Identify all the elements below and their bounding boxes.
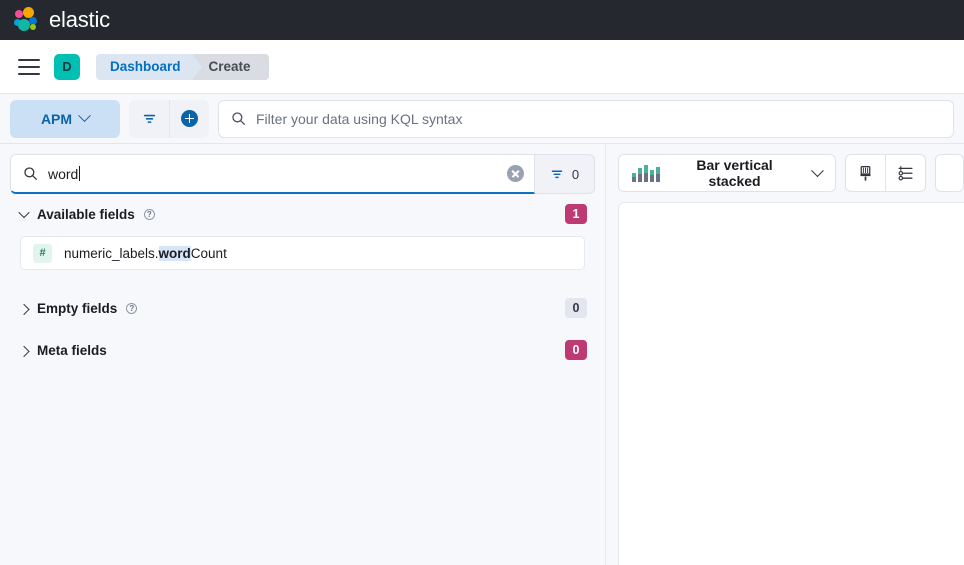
more-options-button[interactable] bbox=[935, 154, 964, 192]
breadcrumb-create-label: Create bbox=[209, 59, 251, 74]
section-available-fields-label: Available fields bbox=[37, 207, 135, 222]
number-field-icon: # bbox=[33, 244, 52, 263]
field-search-input[interactable]: word bbox=[10, 154, 535, 194]
visualization-panel: Bar vertical stacked bbox=[606, 144, 964, 565]
field-search-value-wrap: word bbox=[48, 166, 497, 182]
chevron-right-icon bbox=[18, 304, 29, 315]
clear-search-button[interactable] bbox=[507, 165, 524, 182]
breadcrumb: Dashboard Create bbox=[96, 54, 269, 80]
breadcrumb-item-dashboard[interactable]: Dashboard bbox=[96, 54, 193, 80]
field-name-prefix: numeric_labels. bbox=[64, 246, 159, 261]
filter-options-button[interactable] bbox=[129, 100, 169, 138]
field-item-wordcount[interactable]: # numeric_labels.wordCount bbox=[20, 236, 585, 270]
chart-settings-button[interactable] bbox=[885, 155, 924, 191]
field-type-filter-button[interactable]: 0 bbox=[535, 154, 595, 194]
breadcrumb-item-create[interactable]: Create bbox=[193, 54, 269, 80]
breadcrumb-bar: D Dashboard Create bbox=[0, 40, 964, 94]
chart-settings-icon bbox=[897, 165, 914, 182]
section-meta-fields[interactable]: Meta fields 0 bbox=[0, 330, 605, 370]
section-meta-fields-badge: 0 bbox=[565, 340, 587, 360]
field-filter-count: 0 bbox=[572, 167, 579, 182]
filter-icon bbox=[142, 111, 157, 126]
space-avatar[interactable]: D bbox=[54, 54, 80, 80]
section-empty-fields-label: Empty fields bbox=[37, 301, 117, 316]
kql-search-input[interactable]: Filter your data using KQL syntax bbox=[218, 100, 954, 138]
section-empty-fields-badge: 0 bbox=[565, 298, 587, 318]
field-item-label: numeric_labels.wordCount bbox=[64, 246, 227, 261]
chevron-down-icon bbox=[78, 109, 91, 122]
datasource-selector-button[interactable]: APM bbox=[10, 100, 120, 138]
style-options-button[interactable] bbox=[846, 155, 885, 191]
filter-icon bbox=[550, 167, 564, 181]
hamburger-menu-icon[interactable] bbox=[18, 59, 40, 75]
chevron-right-icon bbox=[18, 346, 29, 357]
text-caret bbox=[79, 166, 80, 181]
section-available-fields-badge: 1 bbox=[565, 204, 587, 224]
search-icon bbox=[231, 111, 246, 126]
visualization-toolbar: Bar vertical stacked bbox=[618, 154, 964, 192]
add-filter-plus-icon bbox=[181, 110, 198, 127]
breadcrumb-separator-icon bbox=[192, 54, 202, 80]
chevron-down-icon bbox=[811, 164, 824, 177]
section-empty-fields[interactable]: Empty fields ? 0 bbox=[0, 288, 605, 328]
brand-name: elastic bbox=[49, 7, 110, 33]
elastic-logo-icon bbox=[14, 7, 40, 33]
filter-actions-group bbox=[129, 100, 209, 138]
chart-type-label: Bar vertical stacked bbox=[670, 157, 799, 189]
section-available-fields[interactable]: Available fields ? 1 bbox=[0, 194, 605, 234]
field-name-suffix: Count bbox=[191, 246, 227, 261]
section-meta-fields-label: Meta fields bbox=[37, 343, 107, 358]
paint-brush-icon bbox=[857, 165, 874, 182]
add-filter-button[interactable] bbox=[169, 100, 209, 138]
workspace: word 0 Available fields ? 1 # bbox=[0, 144, 964, 565]
field-panel: word 0 Available fields ? 1 # bbox=[0, 144, 606, 565]
info-icon[interactable]: ? bbox=[126, 303, 137, 314]
search-icon bbox=[23, 166, 38, 181]
chart-type-selector-button[interactable]: Bar vertical stacked bbox=[618, 154, 836, 192]
field-search-value: word bbox=[48, 166, 78, 182]
info-icon[interactable]: ? bbox=[144, 209, 155, 220]
visualization-canvas[interactable] bbox=[618, 202, 964, 565]
chevron-down-icon bbox=[18, 207, 29, 218]
datasource-label: APM bbox=[41, 111, 72, 127]
kql-placeholder: Filter your data using KQL syntax bbox=[256, 111, 462, 127]
visualization-options-group bbox=[845, 154, 926, 192]
available-field-list: # numeric_labels.wordCount bbox=[0, 234, 605, 270]
query-bar: APM Filter your data using KQL syntax bbox=[0, 94, 964, 144]
bar-vertical-stacked-icon bbox=[632, 165, 660, 182]
elastic-brand[interactable]: elastic bbox=[14, 7, 110, 33]
global-header: elastic bbox=[0, 0, 964, 40]
field-search-row: word 0 bbox=[0, 144, 605, 194]
field-name-match: word bbox=[159, 246, 191, 261]
breadcrumb-dashboard-label: Dashboard bbox=[110, 59, 181, 74]
